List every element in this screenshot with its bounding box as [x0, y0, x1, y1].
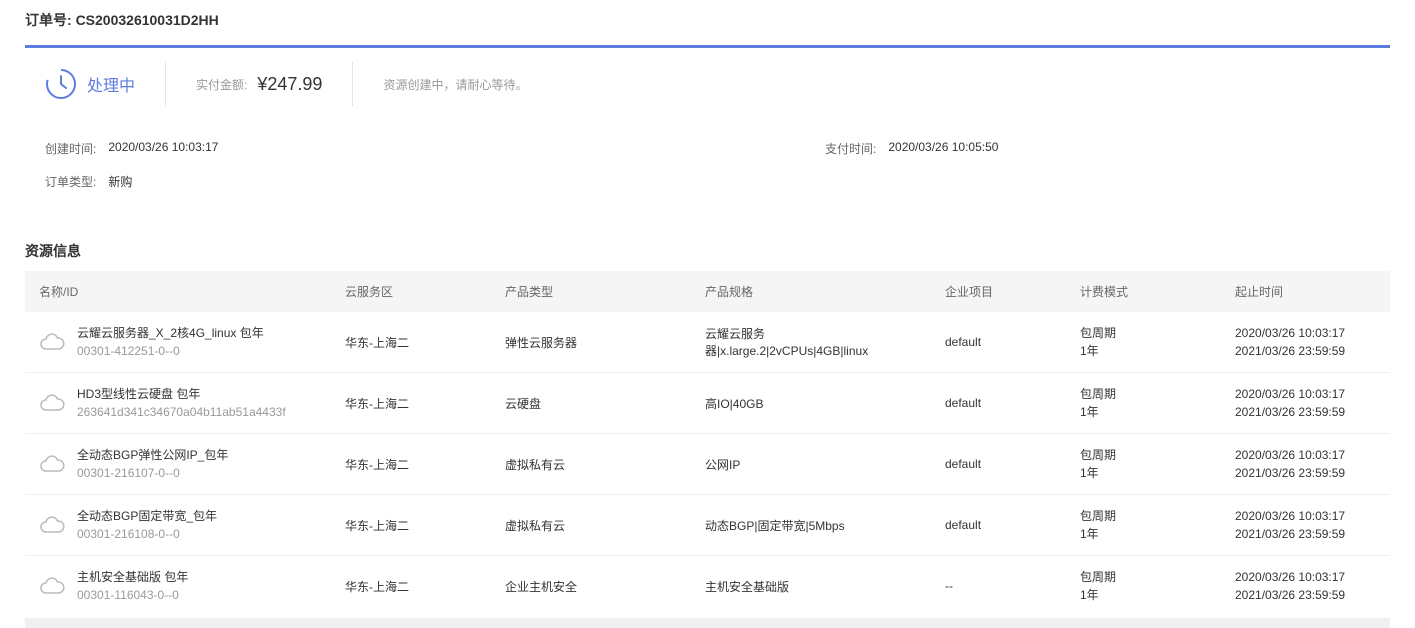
meta-value: 新购: [108, 173, 132, 190]
meta-create-time: 创建时间: 2020/03/26 10:03:17: [45, 140, 825, 157]
resource-id: 263641d341c34670a04b11ab51a4433f: [77, 403, 286, 421]
resource-name: 全动态BGP固定带宽_包年: [77, 507, 217, 525]
cloud-icon: [39, 576, 65, 596]
cell-spec: 公网IP: [695, 434, 935, 495]
cell-billing-mode: 包周期: [1080, 568, 1215, 586]
resource-id: 00301-412251-0--0: [77, 342, 264, 360]
order-no-value: CS20032610031D2HH: [76, 12, 219, 28]
status-note: 资源创建中，请耐心等待。: [353, 76, 527, 93]
cell-project: default: [935, 434, 1070, 495]
th-time: 起止时间: [1225, 271, 1390, 312]
resource-table: 名称/ID 云服务区 产品类型 产品规格 企业项目 计费模式 起止时间 云耀云服…: [25, 271, 1390, 616]
meta-label: 创建时间:: [45, 140, 96, 157]
amount-label: 实付金额:: [196, 76, 247, 93]
order-number: 订单号: CS20032610031D2HH: [25, 10, 1390, 30]
resource-id: 00301-216107-0--0: [77, 464, 228, 482]
cell-region: 华东-上海二: [335, 312, 495, 373]
cell-end-time: 2021/03/26 23:59:59: [1235, 586, 1380, 604]
cell-billing-term: 1年: [1080, 403, 1215, 421]
cell-billing-term: 1年: [1080, 586, 1215, 604]
th-region: 云服务区: [335, 271, 495, 312]
meta-value: 2020/03/26 10:03:17: [108, 140, 218, 157]
cell-ptype: 虚拟私有云: [495, 434, 695, 495]
cell-project: default: [935, 312, 1070, 373]
table-row: 全动态BGP固定带宽_包年00301-216108-0--0 华东-上海二虚拟私有…: [25, 495, 1390, 556]
th-spec: 产品规格: [695, 271, 935, 312]
cell-billing-mode: 包周期: [1080, 507, 1215, 525]
cell-end-time: 2021/03/26 23:59:59: [1235, 403, 1380, 421]
cell-ptype: 虚拟私有云: [495, 495, 695, 556]
meta-order-type: 订单类型: 新购: [45, 173, 132, 190]
meta-label: 支付时间:: [825, 140, 876, 157]
status-cell: 处理中: [45, 62, 166, 106]
cell-ptype: 弹性云服务器: [495, 312, 695, 373]
horizontal-scrollbar[interactable]: [25, 618, 1390, 628]
cell-start-time: 2020/03/26 10:03:17: [1235, 507, 1380, 525]
cell-start-time: 2020/03/26 10:03:17: [1235, 324, 1380, 342]
cell-start-time: 2020/03/26 10:03:17: [1235, 446, 1380, 464]
order-meta: 创建时间: 2020/03/26 10:03:17 支付时间: 2020/03/…: [25, 140, 1390, 206]
meta-pay-time: 支付时间: 2020/03/26 10:05:50: [825, 140, 998, 157]
cloud-icon: [39, 454, 65, 474]
cell-ptype: 云硬盘: [495, 373, 695, 434]
section-title-resources: 资源信息: [25, 241, 1390, 261]
table-row: HD3型线性云硬盘 包年263641d341c34670a04b11ab51a4…: [25, 373, 1390, 434]
th-name: 名称/ID: [25, 271, 335, 312]
meta-value: 2020/03/26 10:05:50: [888, 140, 998, 157]
cell-region: 华东-上海二: [335, 434, 495, 495]
resource-id: 00301-116043-0--0: [77, 586, 188, 604]
cell-project: default: [935, 373, 1070, 434]
resource-name: 云耀云服务器_X_2核4G_linux 包年: [77, 324, 264, 342]
cell-spec: 云耀云服务器|x.large.2|2vCPUs|4GB|linux: [695, 312, 935, 373]
cell-end-time: 2021/03/26 23:59:59: [1235, 464, 1380, 482]
status-box: 处理中 实付金额: ¥247.99 资源创建中，请耐心等待。: [25, 45, 1390, 120]
cell-start-time: 2020/03/26 10:03:17: [1235, 385, 1380, 403]
cell-region: 华东-上海二: [335, 373, 495, 434]
order-no-label: 订单号:: [25, 12, 72, 28]
amount-cell: 实付金额: ¥247.99: [166, 62, 353, 106]
cell-region: 华东-上海二: [335, 495, 495, 556]
cell-spec: 高IO|40GB: [695, 373, 935, 434]
th-project: 企业项目: [935, 271, 1070, 312]
meta-label: 订单类型:: [45, 173, 96, 190]
table-row: 云耀云服务器_X_2核4G_linux 包年00301-412251-0--0 华…: [25, 312, 1390, 373]
amount-value: ¥247.99: [257, 74, 322, 95]
th-ptype: 产品类型: [495, 271, 695, 312]
cell-project: default: [935, 495, 1070, 556]
processing-icon: [45, 68, 77, 100]
resource-id: 00301-216108-0--0: [77, 525, 217, 543]
cell-end-time: 2021/03/26 23:59:59: [1235, 525, 1380, 543]
status-text: 处理中: [87, 72, 135, 96]
cell-start-time: 2020/03/26 10:03:17: [1235, 568, 1380, 586]
cloud-icon: [39, 515, 65, 535]
table-header-row: 名称/ID 云服务区 产品类型 产品规格 企业项目 计费模式 起止时间: [25, 271, 1390, 312]
th-billing: 计费模式: [1070, 271, 1225, 312]
resource-name: HD3型线性云硬盘 包年: [77, 385, 286, 403]
cell-billing-mode: 包周期: [1080, 385, 1215, 403]
cell-end-time: 2021/03/26 23:59:59: [1235, 342, 1380, 360]
cloud-icon: [39, 393, 65, 413]
cell-billing-term: 1年: [1080, 342, 1215, 360]
cell-billing-term: 1年: [1080, 464, 1215, 482]
table-row: 全动态BGP弹性公网IP_包年00301-216107-0--0 华东-上海二虚拟…: [25, 434, 1390, 495]
cloud-icon: [39, 332, 65, 352]
resource-name: 主机安全基础版 包年: [77, 568, 188, 586]
cell-billing-term: 1年: [1080, 525, 1215, 543]
resource-name: 全动态BGP弹性公网IP_包年: [77, 446, 228, 464]
cell-billing-mode: 包周期: [1080, 446, 1215, 464]
cell-billing-mode: 包周期: [1080, 324, 1215, 342]
cell-spec: 动态BGP|固定带宽|5Mbps: [695, 495, 935, 556]
